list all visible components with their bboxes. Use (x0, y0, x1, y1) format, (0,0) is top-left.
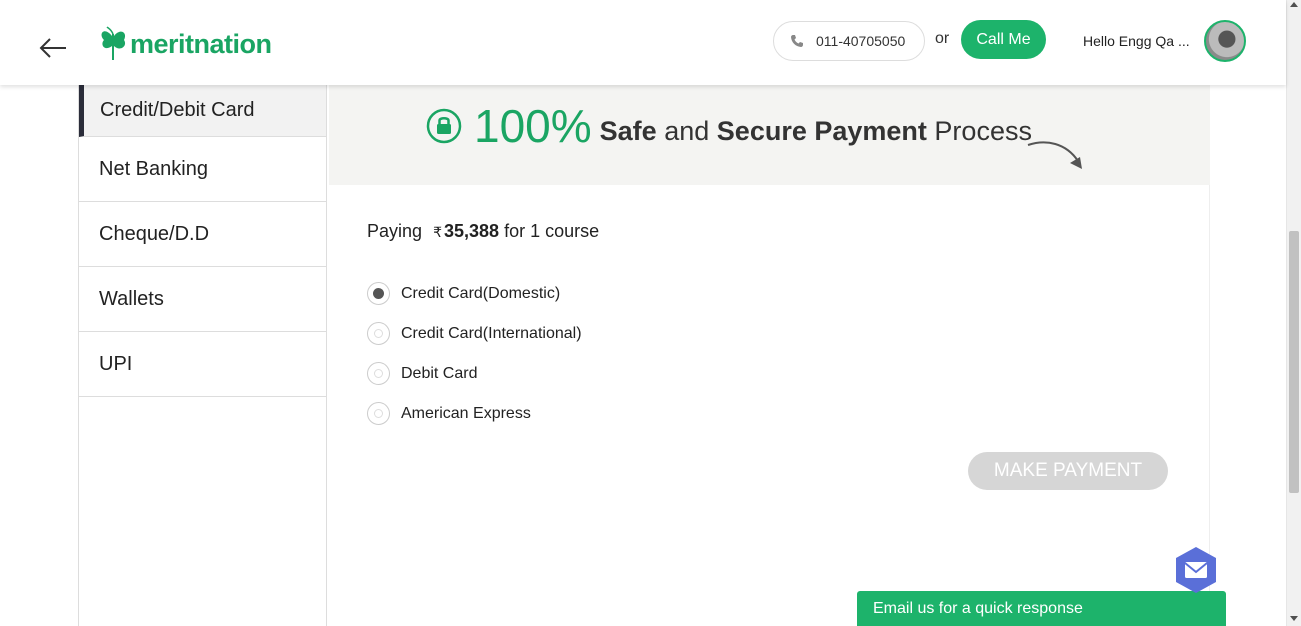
banner-percent: 100% (474, 100, 592, 152)
option-label: Credit Card(International) (401, 324, 582, 342)
make-payment-button[interactable]: MAKE PAYMENT (968, 452, 1168, 490)
radio-button[interactable] (367, 322, 390, 345)
sidebar-item-label: Net Banking (99, 157, 208, 180)
radio-button[interactable] (367, 402, 390, 425)
sidebar-item-credit-debit-card[interactable]: Credit/Debit Card (79, 85, 326, 137)
logo-text: meritnation (130, 28, 272, 59)
option-american-express[interactable]: American Express (367, 402, 531, 425)
meritnation-logo[interactable]: meritnation (98, 24, 272, 64)
or-text: or (935, 30, 950, 47)
sidebar-item-label: Credit/Debit Card (100, 99, 255, 121)
top-header: meritnation 011-40705050 or Call Me Hell… (0, 0, 1286, 85)
radio-button[interactable] (367, 362, 390, 385)
phone-number: 011-40705050 (816, 33, 906, 49)
sidebar-item-label: Cheque/D.D (99, 222, 210, 245)
back-arrow-icon[interactable] (38, 33, 72, 63)
banner-text: Safe and Secure Payment Process (599, 115, 1032, 146)
sidebar-item-cheque-dd[interactable]: Cheque/D.D (79, 202, 326, 267)
sidebar-item-wallets[interactable]: Wallets (79, 267, 326, 332)
call-me-button[interactable]: Call Me (961, 20, 1046, 59)
payment-method-sidebar: Credit/Debit Card Net Banking Cheque/D.D… (78, 85, 327, 626)
option-credit-card-domestic[interactable]: Credit Card(Domestic) (367, 282, 560, 305)
option-credit-card-international[interactable]: Credit Card(International) (367, 322, 582, 345)
payment-amount: 35,388 (443, 221, 500, 241)
sidebar-item-label: UPI (99, 352, 133, 375)
radio-button-selected[interactable] (367, 282, 390, 305)
scroll-up-arrow-icon[interactable] (1290, 2, 1298, 7)
option-label: Debit Card (401, 364, 478, 382)
user-greeting[interactable]: Hello Engg Qa ... (1083, 33, 1190, 49)
scroll-down-arrow-icon[interactable] (1290, 616, 1298, 621)
page-scrollbar[interactable] (1286, 0, 1301, 626)
option-label: Credit Card(Domestic) (401, 284, 561, 302)
butterfly-logo-icon (101, 26, 126, 60)
phone-number-pill[interactable]: 011-40705050 (773, 21, 925, 61)
option-label: American Express (401, 404, 531, 422)
scroll-thumb[interactable] (1289, 231, 1299, 493)
rupee-icon: ₹ (433, 224, 442, 240)
user-avatar[interactable] (1204, 20, 1246, 62)
payment-panel: 100% Safe and Secure Payment Process Pay… (329, 85, 1210, 626)
phone-icon (791, 35, 803, 47)
mail-icon[interactable] (1172, 546, 1220, 594)
paying-summary: Paying ₹35,388 for 1 course (367, 221, 600, 241)
sidebar-item-net-banking[interactable]: Net Banking (79, 137, 326, 202)
curved-arrow-icon (1027, 141, 1082, 169)
lock-icon (426, 108, 462, 144)
secure-payment-banner: 100% Safe and Secure Payment Process (329, 85, 1210, 185)
option-debit-card[interactable]: Debit Card (367, 362, 477, 385)
sidebar-item-label: Wallets (99, 287, 164, 310)
sidebar-item-upi[interactable]: UPI (79, 332, 326, 397)
email-us-bar[interactable]: Email us for a quick response (857, 591, 1226, 626)
